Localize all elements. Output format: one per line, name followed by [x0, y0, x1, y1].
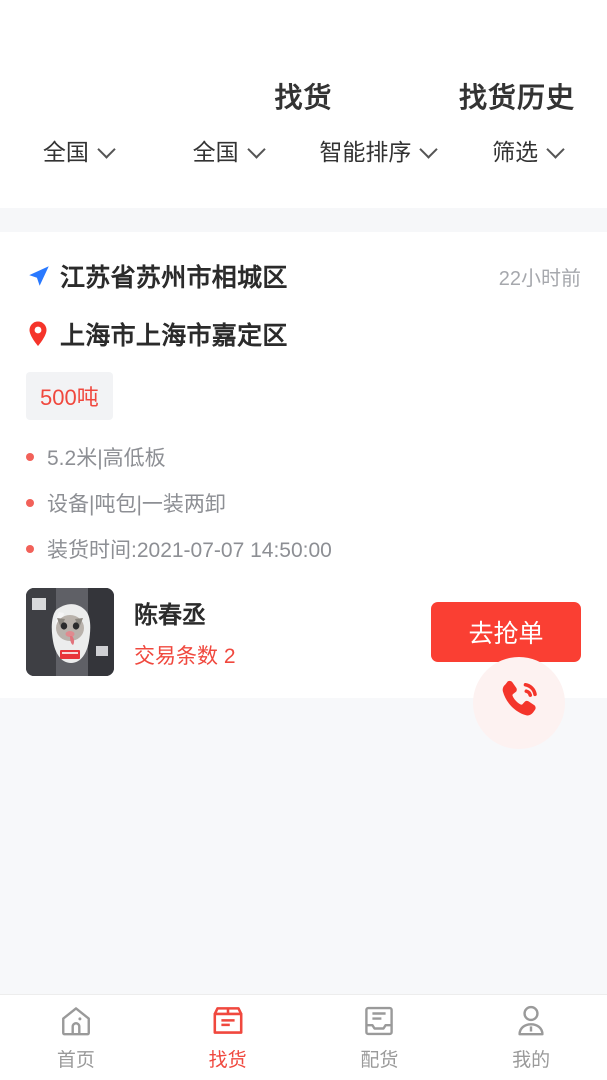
filter-sort[interactable]: 智能排序	[304, 133, 454, 167]
list-item: 装货时间:2021-07-07 14:50:00	[26, 534, 581, 564]
package-icon	[210, 1003, 246, 1039]
find-goods-history-link[interactable]: 找货历史	[459, 76, 575, 116]
user-meta: 陈春丞 交易条数 2	[134, 595, 236, 670]
filter-sort-label: 智能排序	[319, 139, 412, 165]
destination-row: 上海市上海市嘉定区	[26, 316, 581, 352]
home-icon	[58, 1003, 94, 1039]
user-deal-count: 交易条数 2	[134, 644, 236, 668]
bottom-tab-bar: 首页 找货 配货 我的	[0, 994, 607, 1080]
tab-profile[interactable]: 我的	[455, 1003, 607, 1072]
tab-profile-label: 我的	[512, 1050, 551, 1071]
call-button[interactable]	[473, 657, 565, 749]
chevron-down-icon	[421, 142, 437, 158]
grab-order-button[interactable]: 去抢单	[431, 602, 581, 662]
destination-text: 上海市上海市嘉定区	[60, 322, 288, 350]
phone-call-icon	[494, 676, 544, 731]
filter-more[interactable]: 筛选	[453, 133, 603, 167]
weight-badge: 500吨	[26, 372, 113, 420]
origin-row: 江苏省苏州市相城区 22小时前	[26, 258, 581, 294]
navigation-arrow-icon	[26, 263, 60, 289]
tab-home-label: 首页	[56, 1050, 95, 1071]
tab-dispatch-label: 配货	[360, 1050, 399, 1071]
goods-list: 江苏省苏州市相城区 22小时前 上海市上海市嘉定区 500吨 5.2米|高低板 …	[0, 232, 607, 994]
bullet-dot-icon	[26, 499, 34, 507]
filter-bar: 全国 全国 智能排序 筛选	[0, 110, 607, 208]
filter-more-label: 筛选	[492, 139, 539, 165]
filter-region-2[interactable]: 全国	[154, 133, 304, 167]
chevron-down-icon	[99, 142, 115, 158]
list-item: 设备|吨包|一装两卸	[26, 488, 581, 518]
goods-card[interactable]: 江苏省苏州市相城区 22小时前 上海市上海市嘉定区 500吨 5.2米|高低板 …	[0, 232, 607, 749]
page-header: 找货 找货历史	[0, 32, 607, 113]
app-screen: 找货 找货历史 全国 全国 智能排序 筛选 江苏省苏州市相城区 22小时前 上海…	[0, 0, 607, 1080]
detail-text: 装货时间:2021-07-07 14:50:00	[47, 539, 332, 562]
avatar	[26, 588, 114, 676]
filter-region-1[interactable]: 全国	[4, 133, 154, 167]
detail-text: 5.2米|高低板	[47, 447, 166, 470]
tab-home[interactable]: 首页	[0, 1003, 152, 1072]
section-divider	[0, 208, 607, 232]
list-item: 5.2米|高低板	[26, 442, 581, 472]
user-name: 陈春丞	[134, 601, 206, 629]
origin-text: 江苏省苏州市相城区	[60, 264, 288, 292]
tab-find-goods-label: 找货	[208, 1050, 247, 1071]
detail-text: 设备|吨包|一装两卸	[47, 493, 226, 516]
inbox-icon	[361, 1003, 397, 1039]
bullet-dot-icon	[26, 545, 34, 553]
chevron-down-icon	[548, 142, 564, 158]
map-pin-icon	[26, 320, 60, 348]
status-bar	[0, 0, 607, 32]
filter-region-2-label: 全国	[192, 139, 239, 165]
time-ago-label: 22小时前	[498, 267, 581, 290]
bullet-dot-icon	[26, 453, 34, 461]
chevron-down-icon	[249, 142, 265, 158]
person-icon	[513, 1003, 549, 1039]
detail-list: 5.2米|高低板 设备|吨包|一装两卸 装货时间:2021-07-07 14:5…	[26, 442, 581, 564]
tab-find-goods[interactable]: 找货	[152, 1003, 304, 1072]
filter-region-1-label: 全国	[42, 139, 89, 165]
tab-dispatch[interactable]: 配货	[304, 1003, 456, 1072]
